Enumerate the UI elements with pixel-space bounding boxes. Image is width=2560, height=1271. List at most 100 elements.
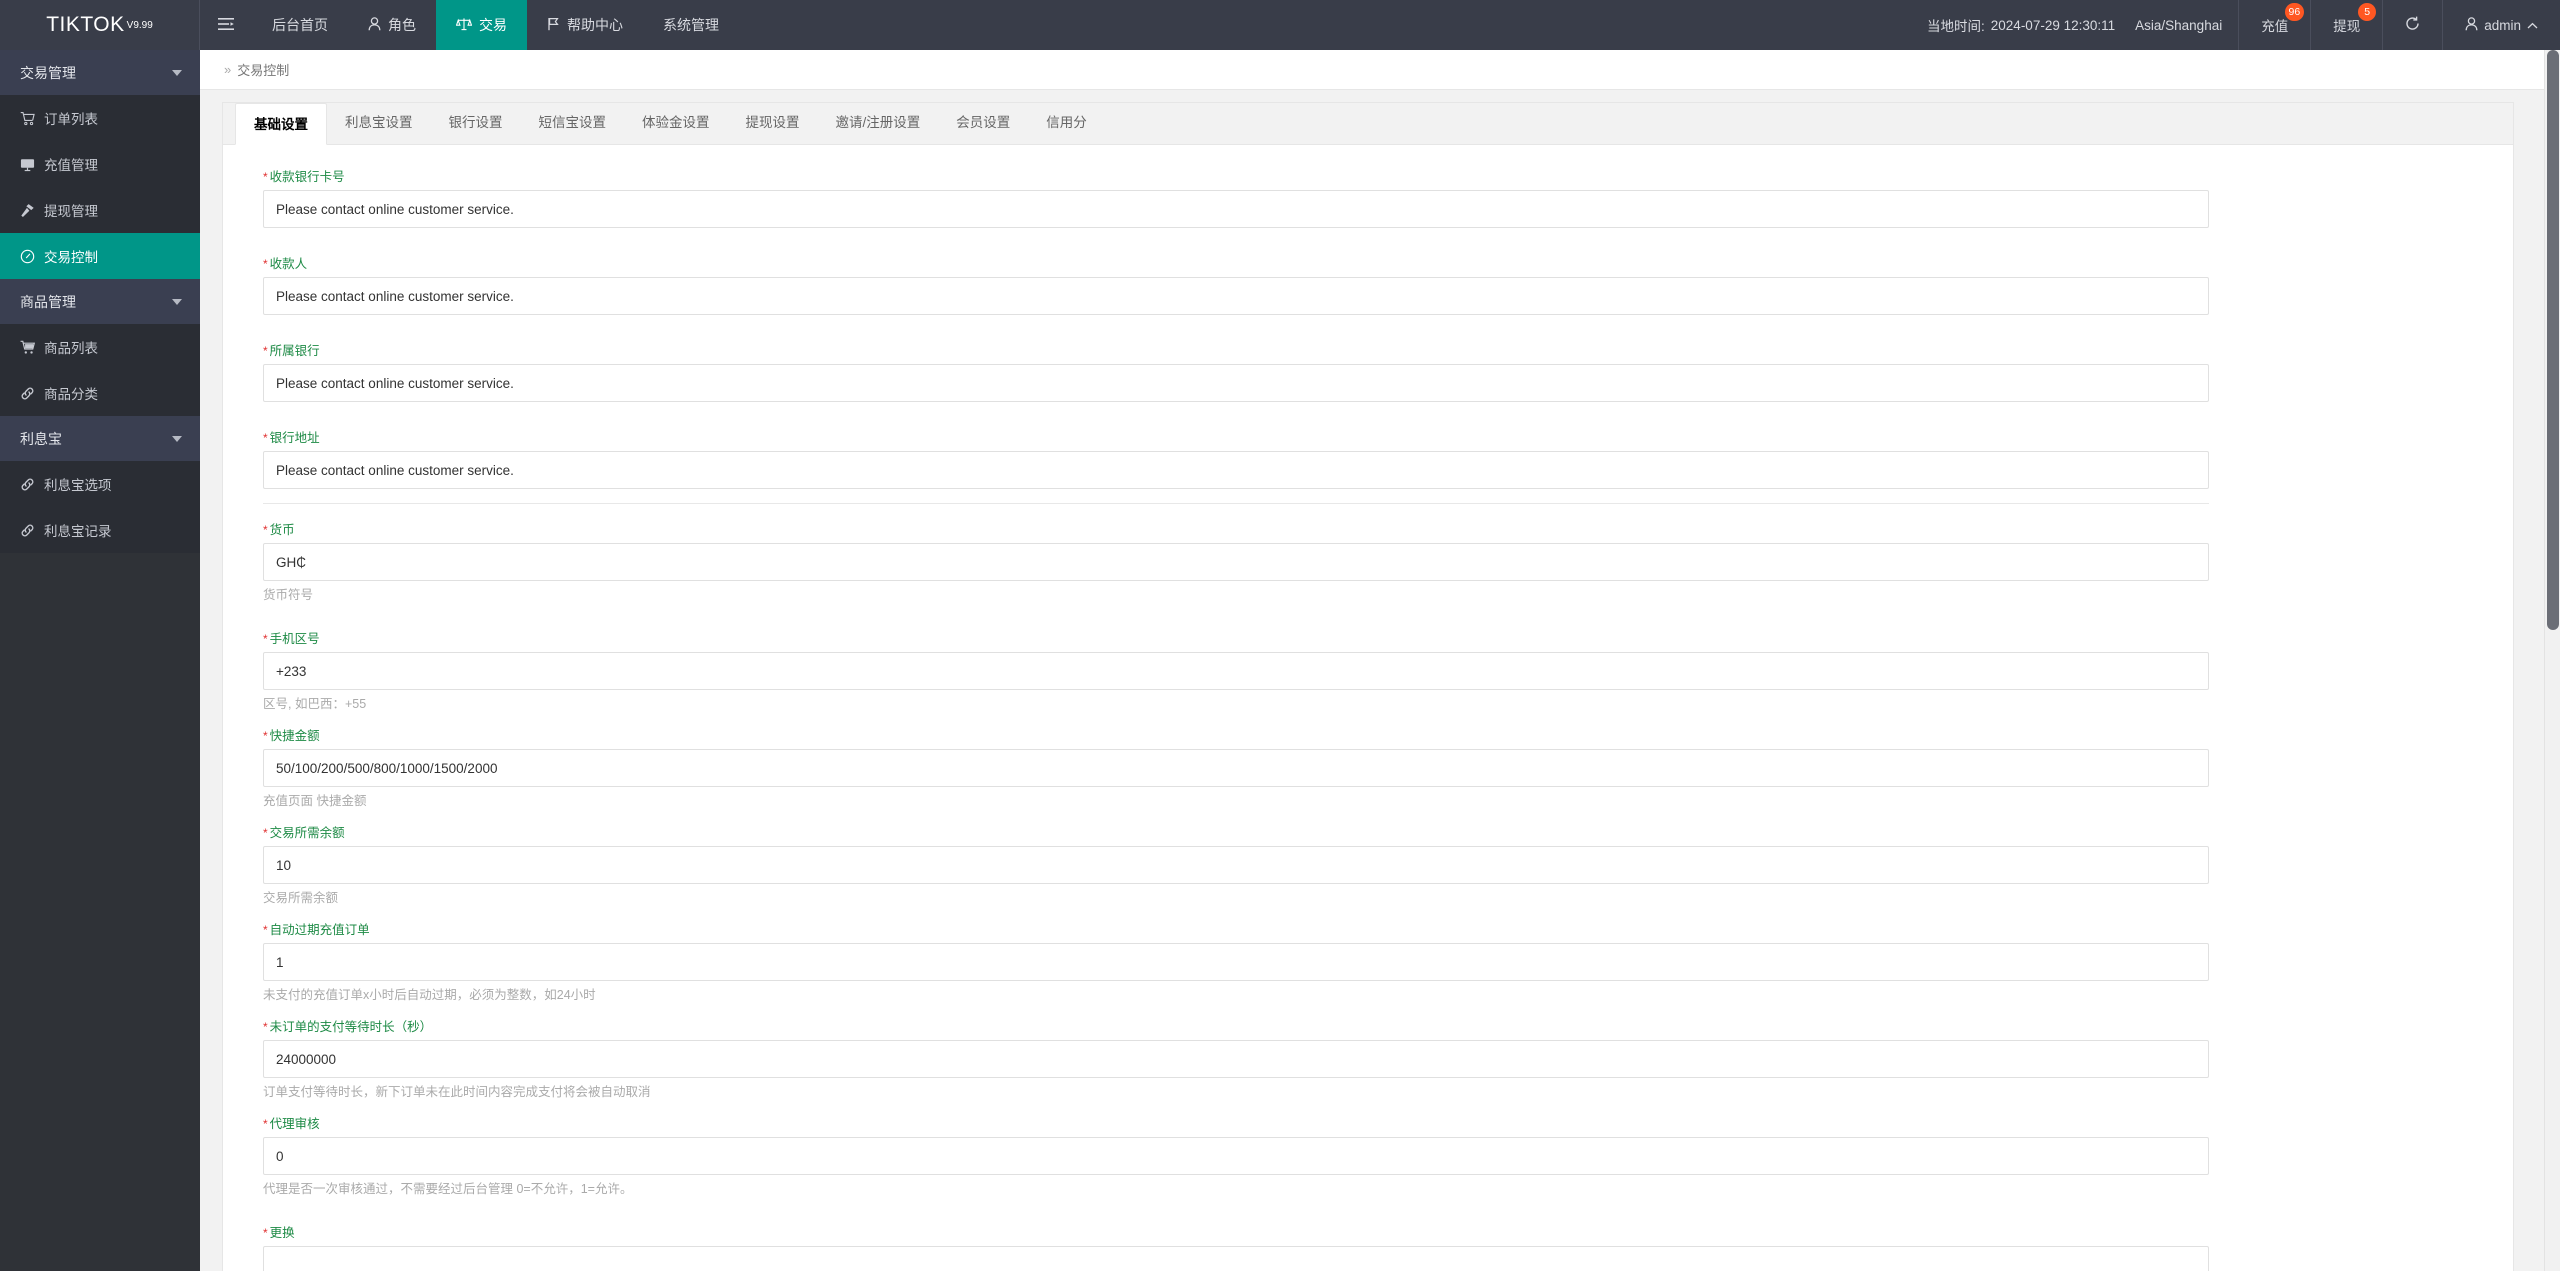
sidebar-item-recharge-management[interactable]: 充值管理	[0, 141, 200, 187]
tab-basic-settings[interactable]: 基础设置	[235, 103, 327, 145]
required-marker: *	[263, 1226, 268, 1240]
sidebar-item-label: 利息宝选项	[44, 478, 112, 493]
payee-input[interactable]	[263, 277, 2209, 315]
phone-area-code-input[interactable]	[263, 652, 2209, 690]
nav-item-label: 帮助中心	[567, 17, 623, 33]
auto-expire-recharge-order-input[interactable]	[263, 943, 2209, 981]
link-icon	[20, 477, 35, 492]
field-spacer	[223, 234, 2513, 256]
field-spacer	[223, 1203, 2513, 1225]
section-divider	[263, 503, 2209, 504]
sidebar-item-trade-control[interactable]: 交易控制	[0, 233, 200, 279]
field-spacer	[223, 408, 2513, 430]
field-label: * 收款银行卡号	[263, 169, 2473, 185]
page-scrollbar-track[interactable]	[2544, 50, 2560, 1271]
nav-item-trade[interactable]: 交易	[436, 0, 527, 50]
required-marker: *	[263, 826, 268, 840]
tab-label: 银行设置	[448, 115, 503, 130]
basic-settings-form: *收款银行卡号 *收款人 *所属银行	[223, 145, 2513, 1271]
sidebar-item-interest-options[interactable]: 利息宝选项	[0, 461, 200, 507]
refresh-button[interactable]	[2382, 0, 2442, 50]
tab-invite-register-settings[interactable]: 邀请/注册设置	[818, 102, 939, 144]
bank-card-number-input[interactable]	[263, 190, 2209, 228]
field-label-text: 手机区号	[269, 632, 320, 646]
sidebar-item-product-list[interactable]: 商品列表	[0, 324, 200, 370]
field-label-text: 代理审核	[269, 1117, 320, 1131]
required-balance-input[interactable]	[263, 846, 2209, 884]
payment-wait-seconds-input[interactable]	[263, 1040, 2209, 1078]
sidebar-item-product-category[interactable]: 商品分类	[0, 370, 200, 416]
brand-logo[interactable]: TIKTOK V9.99	[0, 0, 200, 50]
currency-input[interactable]	[263, 543, 2209, 581]
breadcrumb-current[interactable]: 交易控制	[237, 60, 289, 79]
settings-tab-bar: 基础设置 利息宝设置 银行设置 短信宝设置 体验金设置 提现设置 邀请/注册设置…	[223, 103, 2513, 145]
tab-label: 邀请/注册设置	[835, 115, 921, 130]
sidebar-group-label: 商品管理	[20, 293, 76, 310]
tab-label: 基础设置	[254, 117, 308, 132]
header-right-tools: 当地时间: 2024-07-29 12:30:11 Asia/Shanghai …	[1911, 0, 2560, 50]
recharge-button[interactable]: 充值 96	[2238, 0, 2310, 50]
nav-item-dashboard[interactable]: 后台首页	[252, 0, 348, 50]
tab-trial-fund-settings[interactable]: 体验金设置	[624, 102, 728, 144]
nav-item-system-management[interactable]: 系统管理	[643, 0, 739, 50]
bank-address-input[interactable]	[263, 451, 2209, 489]
chevron-down-icon	[172, 69, 182, 76]
left-sidebar[interactable]: 交易管理 订单列表 充值管理 提现管理 交易控制 商品管理 商品列表 商品分类 …	[0, 50, 200, 1271]
main-nav: 后台首页 角色 交易 帮助中心 系统管理	[200, 0, 739, 50]
required-marker: *	[263, 923, 268, 937]
form-field-next-partial: * 更换	[223, 1225, 2513, 1271]
nav-item-label: 交易	[479, 17, 507, 33]
field-spacer	[223, 1106, 2513, 1116]
tab-bank-settings[interactable]: 银行设置	[431, 102, 521, 144]
field-help-text: 未支付的充值订单x小时后自动过期，必须为整数，如24小时	[263, 988, 596, 1002]
sidebar-item-label: 利息宝记录	[44, 524, 112, 539]
tab-sms-settings[interactable]: 短信宝设置	[521, 102, 625, 144]
settings-card: 基础设置 利息宝设置 银行设置 短信宝设置 体验金设置 提现设置 邀请/注册设置…	[222, 102, 2514, 1271]
sidebar-group-interest-treasure[interactable]: 利息宝	[0, 416, 200, 461]
header-spacer	[739, 0, 1911, 50]
tab-interest-settings[interactable]: 利息宝设置	[327, 102, 431, 144]
field-label: * 交易所需余额	[263, 825, 2473, 841]
sidebar-group-product-management[interactable]: 商品管理	[0, 279, 200, 324]
field-label-text: 未订单的支付等待时长（秒）	[269, 1020, 433, 1034]
tab-member-settings[interactable]: 会员设置	[938, 102, 1028, 144]
gauge-icon	[20, 249, 35, 264]
nav-item-help-center[interactable]: 帮助中心	[527, 0, 643, 50]
page-scrollbar-thumb[interactable]	[2547, 50, 2559, 630]
nav-item-label: 角色	[388, 17, 416, 33]
tab-label: 信用分	[1046, 115, 1087, 130]
quick-amounts-input[interactable]	[263, 749, 2209, 787]
local-time-display: 当地时间: 2024-07-29 12:30:11 Asia/Shanghai	[1911, 0, 2238, 50]
field-help-text: 货币符号	[263, 588, 314, 602]
field-label: * 银行地址	[263, 430, 2473, 446]
sidebar-group-trade-management[interactable]: 交易管理	[0, 50, 200, 95]
sidebar-item-label: 充值管理	[44, 158, 98, 173]
user-menu-button[interactable]: admin	[2442, 0, 2560, 50]
sidebar-item-label: 订单列表	[44, 112, 98, 127]
field-spacer	[223, 321, 2513, 343]
withdraw-button[interactable]: 提现 5	[2310, 0, 2382, 50]
chevron-up-icon	[2527, 18, 2538, 33]
sidebar-item-label: 商品列表	[44, 341, 98, 356]
bank-name-input[interactable]	[263, 364, 2209, 402]
next-partial-input[interactable]	[263, 1246, 2209, 1271]
sidebar-item-withdraw-management[interactable]: 提现管理	[0, 187, 200, 233]
sidebar-item-label: 交易控制	[44, 250, 98, 265]
required-marker: *	[263, 257, 268, 271]
tab-withdraw-settings[interactable]: 提现设置	[728, 102, 818, 144]
form-field-bank-name: * 所属银行	[223, 343, 2513, 402]
field-help-text: 区号, 如巴西：+55	[263, 697, 367, 711]
field-label: * 自动过期充值订单	[263, 922, 2473, 938]
sidebar-item-interest-records[interactable]: 利息宝记录	[0, 507, 200, 553]
local-time-label: 当地时间:	[1927, 19, 1985, 34]
sidebar-item-order-list[interactable]: 订单列表	[0, 95, 200, 141]
sidebar-toggle-button[interactable]	[200, 0, 252, 50]
field-label: * 代理审核	[263, 1116, 2473, 1132]
tab-credit-score[interactable]: 信用分	[1028, 102, 1105, 144]
agent-approval-input[interactable]	[263, 1137, 2209, 1175]
field-label: * 所属银行	[263, 343, 2473, 359]
nav-item-label: 系统管理	[663, 17, 719, 33]
field-label-text: 收款人	[269, 257, 308, 271]
nav-item-roles[interactable]: 角色	[348, 0, 436, 50]
form-field-agent-approval: *代理审核 代理是否一次审核通过，不需要经过后台管理 0=不允许，1=允许。	[223, 1116, 2513, 1197]
